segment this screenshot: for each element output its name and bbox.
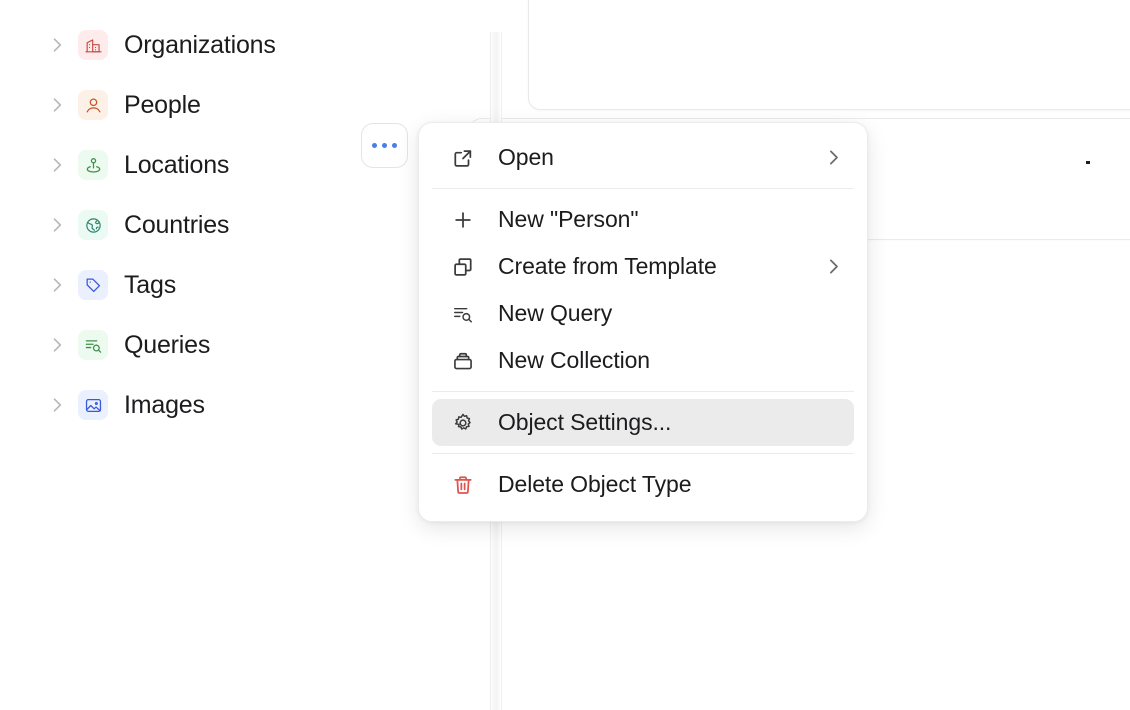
- menu-item-create-from-template[interactable]: Create from Template: [432, 243, 854, 290]
- menu-item-delete-object-type[interactable]: Delete Object Type: [432, 461, 854, 508]
- chevron-right-icon[interactable]: [44, 212, 70, 238]
- sidebar-item-label: Tags: [124, 270, 177, 299]
- cursor-artifact: [1086, 161, 1090, 164]
- chevron-right-icon[interactable]: [44, 152, 70, 178]
- chevron-right-icon: [822, 256, 844, 277]
- menu-separator: [432, 453, 854, 454]
- sidebar-item-label: Countries: [124, 210, 230, 239]
- sidebar-item-label: Queries: [124, 330, 211, 359]
- menu-item-new-query[interactable]: New Query: [432, 290, 854, 337]
- sidebar-item-images[interactable]: Images: [44, 383, 444, 427]
- sidebar-item-people[interactable]: People: [44, 83, 444, 127]
- globe-icon: [78, 210, 108, 240]
- chevron-right-icon[interactable]: [44, 272, 70, 298]
- menu-separator: [432, 188, 854, 189]
- trash-icon: [450, 474, 476, 496]
- sidebar-item-countries[interactable]: Countries: [44, 203, 444, 247]
- sidebar-item-label: Locations: [124, 150, 230, 179]
- ellipsis-icon: [372, 143, 377, 148]
- sidebar-item-label: Images: [124, 390, 205, 419]
- chevron-right-icon[interactable]: [44, 92, 70, 118]
- content-panel-top: [528, 0, 1130, 110]
- sidebar-item-organizations[interactable]: Organizations: [44, 23, 444, 67]
- app-root: Organizations People Locations Countries Tag…: [0, 0, 1130, 710]
- chevron-right-icon[interactable]: [44, 332, 70, 358]
- copy-icon: [450, 256, 476, 278]
- sidebar-object-type-tree: Organizations People Locations Countries Tag…: [0, 0, 470, 710]
- sidebar-item-clipped[interactable]: [44, 0, 444, 7]
- tag-icon: [78, 270, 108, 300]
- map-pin-icon: [78, 150, 108, 180]
- plus-icon: [450, 209, 476, 231]
- context-menu: Open New "Person" Create from Template New …: [418, 122, 868, 522]
- menu-item-label: Object Settings...: [498, 409, 672, 435]
- collection-box-icon: [450, 350, 476, 372]
- ellipsis-icon: [382, 143, 387, 148]
- sidebar-item-tags[interactable]: Tags: [44, 263, 444, 307]
- menu-item-label: New Query: [498, 300, 613, 326]
- building-icon: [78, 30, 108, 60]
- person-icon: [78, 90, 108, 120]
- menu-item-new-person[interactable]: New "Person": [432, 196, 854, 243]
- more-options-button[interactable]: [361, 123, 408, 168]
- sidebar-item-queries[interactable]: Queries: [44, 323, 444, 367]
- external-link-icon: [450, 147, 476, 169]
- query-search-icon: [78, 330, 108, 360]
- menu-item-label: Create from Template: [498, 253, 717, 279]
- menu-item-object-settings[interactable]: Object Settings...: [432, 399, 854, 446]
- chevron-right-icon[interactable]: [44, 392, 70, 418]
- menu-item-new-collection[interactable]: New Collection: [432, 337, 854, 384]
- menu-item-label: Open: [498, 144, 554, 170]
- sidebar-item-label: Organizations: [124, 30, 276, 59]
- menu-item-label: New Collection: [498, 347, 650, 373]
- ellipsis-icon: [392, 143, 397, 148]
- query-search-icon: [450, 303, 476, 325]
- menu-item-open[interactable]: Open: [432, 134, 854, 181]
- chevron-right-icon[interactable]: [44, 32, 70, 58]
- sidebar-item-label: People: [124, 90, 201, 119]
- menu-item-label: Delete Object Type: [498, 471, 692, 497]
- menu-separator: [432, 391, 854, 392]
- gear-icon: [450, 412, 476, 434]
- image-icon: [78, 390, 108, 420]
- chevron-right-icon: [822, 147, 844, 168]
- menu-item-label: New "Person": [498, 206, 639, 232]
